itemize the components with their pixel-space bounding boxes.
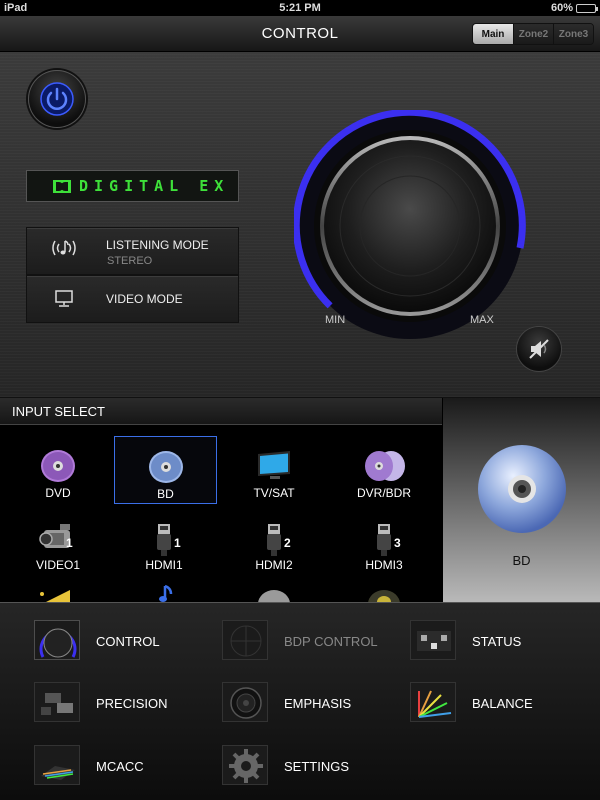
- menu-label: SETTINGS: [284, 759, 350, 774]
- battery-icon: [576, 3, 598, 13]
- menu-precision[interactable]: PRECISION: [34, 682, 214, 728]
- disc-icon: [478, 445, 566, 533]
- zone-tab-main[interactable]: Main: [473, 24, 513, 44]
- monitor-icon: [55, 290, 73, 307]
- music-note-icon: [159, 584, 173, 602]
- gear-icon: [222, 745, 268, 785]
- disc-icon: [41, 450, 75, 482]
- menu-balance[interactable]: BALANCE: [410, 682, 590, 728]
- input-label: HDMI2: [255, 558, 293, 572]
- input-label: HDMI1: [145, 558, 183, 572]
- input-select-header: INPUT SELECT: [0, 398, 442, 425]
- input-number: 1: [174, 536, 181, 550]
- zone-selector: Main Zone2 Zone3: [472, 23, 594, 45]
- clock: 5:21 PM: [279, 2, 321, 14]
- power-button[interactable]: [28, 70, 86, 128]
- menu-status[interactable]: STATUS: [410, 620, 590, 666]
- menu-label: STATUS: [472, 634, 522, 649]
- input-label: DVR/BDR: [356, 486, 411, 500]
- input-select-grid: DVD BD TV/SAT DVR/BDR 1 VIDEO1 1 HDMI1 2…: [0, 426, 442, 602]
- menu-emphasis[interactable]: EMPHASIS: [222, 682, 402, 728]
- input-dvd[interactable]: DVD: [8, 436, 108, 504]
- menu-label: PRECISION: [96, 696, 168, 711]
- input-label: DVD: [45, 486, 71, 500]
- menu-label: MCACC: [96, 759, 144, 774]
- menu-mcacc[interactable]: MCACC: [34, 745, 214, 791]
- zone-tab-zone3[interactable]: Zone3: [553, 24, 593, 44]
- function-menu: CONTROL BDP CONTROL STATUS PRECISION EMP…: [0, 602, 600, 800]
- equipment-icon: [34, 682, 80, 722]
- video-mode-button[interactable]: VIDEO MODE: [26, 275, 239, 323]
- menu-settings[interactable]: SETTINGS: [222, 745, 402, 791]
- menu-label: BDP CONTROL: [284, 634, 378, 649]
- selected-input-preview: BD: [443, 398, 600, 602]
- dolby-logo-icon: [53, 180, 71, 193]
- input-hdmi1[interactable]: 1 HDMI1: [114, 508, 214, 576]
- menu-label: EMPHASIS: [284, 696, 352, 711]
- menu-label: BALANCE: [472, 696, 533, 711]
- radar-icon: [222, 620, 268, 660]
- title-bar: CONTROL Main Zone2 Zone3: [0, 16, 600, 52]
- input-video1[interactable]: 1 VIDEO1: [8, 508, 108, 576]
- menu-label: CONTROL: [96, 634, 160, 649]
- selected-input-label: BD: [512, 553, 531, 568]
- volume-knob[interactable]: [294, 110, 526, 342]
- listening-mode-label: LISTENING MODE: [106, 238, 209, 252]
- input-bd[interactable]: BD: [114, 436, 217, 504]
- disc-icon: [258, 590, 290, 602]
- menu-control[interactable]: CONTROL: [34, 620, 214, 666]
- control-panel: DIGITAL EX LISTENING MODE STEREO VIDEO M…: [0, 52, 600, 398]
- volume-min-label: MIN: [325, 314, 346, 326]
- video-mode-label: VIDEO MODE: [106, 292, 183, 306]
- input-number: 1: [66, 536, 73, 550]
- double-disc-icon: [365, 451, 405, 481]
- power-icon: [40, 82, 74, 116]
- listening-mode-button[interactable]: LISTENING MODE STEREO: [26, 227, 239, 275]
- input-label: BD: [157, 487, 174, 501]
- status-bar: iPad 5:21 PM 60%: [0, 0, 600, 16]
- input-hdmi3[interactable]: 3 HDMI3: [334, 508, 434, 576]
- music-note-icon: [52, 240, 76, 256]
- input-label: VIDEO1: [35, 558, 80, 572]
- disc-icon: [149, 451, 183, 483]
- input-partial-icon-1: [40, 590, 70, 602]
- input-label: HDMI3: [365, 558, 403, 572]
- stage-icon: [410, 620, 456, 660]
- mute-button[interactable]: [517, 327, 561, 371]
- format-display: DIGITAL EX: [26, 170, 239, 202]
- fan-chart-icon: [410, 682, 456, 722]
- input-hdmi2[interactable]: 2 HDMI2: [224, 508, 324, 576]
- input-select-title: INPUT SELECT: [12, 404, 105, 419]
- volume-knob-icon: [34, 620, 80, 660]
- disc-icon: [368, 590, 400, 602]
- menu-bdp-control[interactable]: BDP CONTROL: [222, 620, 402, 666]
- volume-max-label: MAX: [470, 314, 494, 326]
- listening-mode-value: STEREO: [107, 255, 153, 267]
- room-icon: [34, 745, 80, 785]
- input-tv-sat[interactable]: TV/SAT: [224, 436, 324, 504]
- mute-speaker-icon: [529, 339, 549, 359]
- input-number: 3: [394, 536, 401, 550]
- tv-icon: [258, 451, 290, 479]
- input-label: TV/SAT: [253, 486, 295, 500]
- zone-tab-zone2[interactable]: Zone2: [513, 24, 553, 44]
- input-dvr-bdr[interactable]: DVR/BDR: [334, 436, 434, 504]
- speaker-icon: [222, 682, 268, 722]
- input-number: 2: [284, 536, 291, 550]
- format-display-text: DIGITAL EX: [79, 177, 230, 195]
- battery-percent: 60%: [550, 2, 573, 14]
- battery-status: 60%: [550, 2, 598, 14]
